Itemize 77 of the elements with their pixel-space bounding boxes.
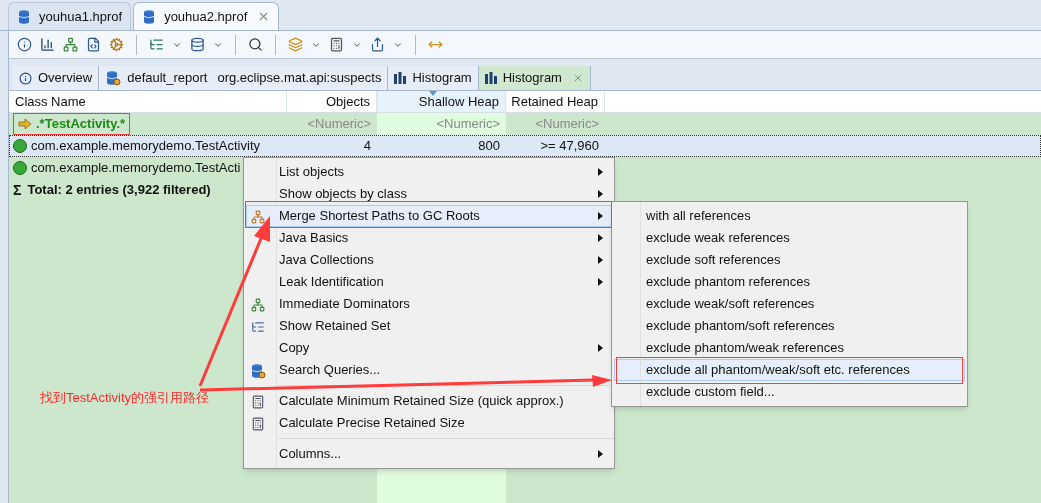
bar-chart-icon[interactable] <box>40 37 55 52</box>
menu-item[interactable]: Search Queries... <box>246 359 612 381</box>
menu-item[interactable]: Copy <box>246 337 612 359</box>
database-gear-icon <box>250 363 266 379</box>
bar-chart-icon <box>484 72 497 84</box>
submenu-arrow-icon <box>598 168 603 176</box>
column-header[interactable]: Shallow Heap <box>377 91 506 112</box>
menu-item[interactable]: Java Collections <box>246 249 612 271</box>
menu-item[interactable]: exclude soft references <box>614 249 965 271</box>
annotation-text: 找到TestActivity的强引用路径 <box>40 389 209 407</box>
submenu-arrow-icon <box>598 256 603 264</box>
menu-item[interactable]: exclude custom field... <box>614 381 965 403</box>
calculator-icon <box>251 417 265 431</box>
sort-indicator-icon <box>428 91 437 96</box>
menu-item[interactable]: exclude all phantom/weak/soft etc. references <box>614 359 965 381</box>
tab-detail: org.eclipse.mat.api:suspects <box>217 69 382 88</box>
menu-item[interactable]: exclude phantom/weak references <box>614 337 965 359</box>
table-cell-text: 4 <box>363 137 371 156</box>
menu-item[interactable]: Immediate Dominators <box>246 293 612 315</box>
info-icon[interactable] <box>17 37 32 52</box>
paths-tree-icon <box>251 210 265 224</box>
menu-item[interactable]: Show objects by class <box>246 183 612 205</box>
database-gear-icon <box>105 70 122 86</box>
submenu-arrow-icon <box>598 450 603 458</box>
result-tab[interactable]: Histogram <box>388 66 479 90</box>
filter-arrow-icon <box>18 117 32 131</box>
table-cell-text: 800 <box>478 137 500 156</box>
gears-icon[interactable] <box>109 37 124 52</box>
export-icon[interactable] <box>370 37 385 52</box>
tab-label: youhua1.hprof <box>39 7 123 26</box>
table-cell-text: >= 47,960 <box>540 137 599 156</box>
search-icon[interactable] <box>248 37 263 52</box>
tree-icon[interactable] <box>63 37 78 52</box>
tab-label: Histogram <box>502 69 562 88</box>
menu-item[interactable]: Java Basics <box>246 227 612 249</box>
result-tab[interactable]: Histogram <box>478 66 591 90</box>
tab-label: default_report <box>127 69 208 88</box>
filter-pattern: .*TestActivity.* <box>36 115 126 134</box>
submenu-arrow-icon <box>598 234 603 242</box>
submenu-arrow-icon <box>598 190 603 198</box>
class-name[interactable]: com.example.memorydemo.TestActi <box>31 158 241 178</box>
sum-symbol: Σ <box>13 180 22 200</box>
total-label: Total: 2 entries (3,922 filtered) <box>27 181 211 200</box>
tab-label: youhua2.hprof <box>164 7 248 26</box>
menu-item[interactable]: Calculate Minimum Retained Size (quick approx.) <box>246 390 612 412</box>
column-header[interactable]: Retained Heap <box>506 91 605 112</box>
editor-tab[interactable]: youhua1.hprof <box>8 2 132 30</box>
menu-item[interactable]: List objects <box>246 161 612 183</box>
tab-label: Overview <box>38 69 93 88</box>
class-icon <box>13 139 27 153</box>
database-icon[interactable] <box>190 37 205 52</box>
menu-item[interactable]: Calculate Precise Retained Size <box>246 412 612 434</box>
submenu-arrow-icon <box>598 212 603 220</box>
calculator-icon <box>251 395 265 409</box>
calculator-icon[interactable] <box>329 37 344 52</box>
class-icon <box>13 161 27 175</box>
menu-item[interactable]: exclude phantom references <box>614 271 965 293</box>
submenu-arrow-icon <box>598 344 603 352</box>
menu-item[interactable]: Leak Identification <box>246 271 612 293</box>
menu-item[interactable]: Columns... <box>246 443 612 465</box>
menu-item[interactable]: exclude weak/soft references <box>614 293 965 315</box>
tree-icon <box>251 298 265 312</box>
result-tab[interactable]: Overview <box>13 66 100 90</box>
menu-item[interactable]: with all references <box>614 205 965 227</box>
menu-item[interactable]: Show Retained Set <box>246 315 612 337</box>
menu-item[interactable]: Merge Shortest Paths to GC Roots <box>246 205 612 227</box>
column-header[interactable]: Class Name <box>9 91 287 112</box>
menu-item[interactable]: exclude weak references <box>614 227 965 249</box>
info-icon <box>19 71 32 85</box>
submenu-arrow-icon <box>598 278 603 286</box>
list-icon <box>251 320 265 334</box>
tab-label: Histogram <box>412 69 472 88</box>
menu-item[interactable]: exclude phantom/soft references <box>614 315 965 337</box>
editor-tab[interactable]: youhua2.hprof <box>133 2 280 30</box>
result-tab[interactable]: default_report org.eclipse.mat.api:suspects <box>99 66 389 90</box>
bar-chart-icon <box>394 72 407 84</box>
query-file-icon[interactable] <box>86 37 101 52</box>
